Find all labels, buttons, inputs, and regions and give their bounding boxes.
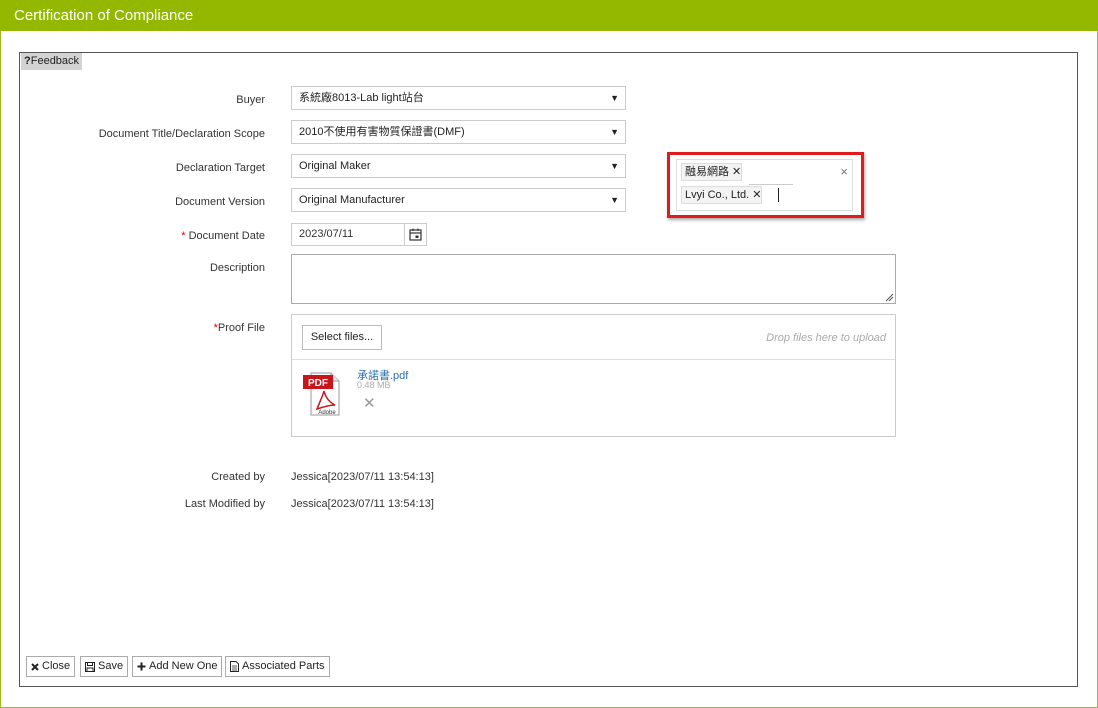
text-caret xyxy=(778,188,779,202)
required-mark: * xyxy=(181,230,186,242)
question-icon: ? xyxy=(24,55,31,67)
file-upload-area[interactable]: Select files... Drop files here to uploa… xyxy=(291,314,896,437)
buyer-label: Buyer xyxy=(236,94,265,106)
save-button[interactable]: Save xyxy=(80,656,129,677)
dropdown-arrow-icon: ▼ xyxy=(610,161,619,171)
supplier-multiselect[interactable]: 融易網路 ✕ Lvyi Co., Ltd. ✕ × xyxy=(676,159,853,211)
decl-target-select[interactable]: Original Maker ▼ xyxy=(291,154,626,178)
decl-target-label: Declaration Target xyxy=(175,162,265,174)
doc-date-label-text: Document Date xyxy=(188,230,265,242)
doc-version-label: Document Version xyxy=(175,196,265,208)
add-new-button-label: Add New One xyxy=(149,660,218,672)
feedback-label: Feedback xyxy=(30,55,80,67)
remove-tag-icon[interactable]: ✕ xyxy=(732,166,741,178)
decl-target-value: Original Maker xyxy=(299,160,371,172)
doc-version-select[interactable]: Original Manufacturer ▼ xyxy=(291,188,626,212)
save-button-label: Save xyxy=(98,660,124,672)
calendar-icon[interactable] xyxy=(404,224,426,245)
close-button[interactable]: Close xyxy=(26,656,76,677)
resize-grip-icon[interactable] xyxy=(884,292,894,302)
created-by-label: Created by xyxy=(211,471,265,483)
pdf-file-icon: PDF Adobe xyxy=(303,369,341,420)
close-icon xyxy=(31,662,39,671)
doc-title-select[interactable]: 2010不使用有害物質保證書(DMF) ▼ xyxy=(291,120,626,144)
doc-date-value: 2023/07/11 xyxy=(299,228,354,240)
file-size: 0.48 MB xyxy=(357,380,391,390)
close-button-label: Close xyxy=(42,660,71,672)
selected-tag: Lvyi Co., Ltd. ✕ xyxy=(681,186,763,204)
dropdown-arrow-icon: ▼ xyxy=(610,93,619,103)
doc-date-input[interactable]: 2023/07/11 xyxy=(291,223,427,246)
upload-toolbar: Select files... Drop files here to uploa… xyxy=(292,315,895,360)
description-label: Description xyxy=(209,262,265,274)
dropdown-arrow-icon: ▼ xyxy=(610,195,619,205)
modified-by-value: Jessica[2023/07/11 13:54:13] xyxy=(291,498,434,510)
add-new-button[interactable]: Add New One xyxy=(132,656,223,677)
selected-tag: 融易網路 ✕ xyxy=(681,163,743,181)
select-files-button[interactable]: Select files... xyxy=(302,325,382,350)
description-textarea[interactable] xyxy=(291,254,896,304)
modified-by-label: Last Modified by xyxy=(184,498,265,510)
remove-file-icon[interactable]: ✕ xyxy=(363,394,376,412)
proof-file-label: *Proof File xyxy=(0,322,265,334)
feedback-button[interactable]: ?Feedback xyxy=(21,53,82,70)
associated-parts-button[interactable]: Associated Parts xyxy=(225,656,330,677)
plus-icon xyxy=(137,662,146,671)
created-by-value: Jessica[2023/07/11 13:54:13] xyxy=(291,471,434,483)
pdf-icon-text: PDF xyxy=(308,378,328,389)
adobe-icon-text: Adobe xyxy=(318,410,336,416)
remove-tag-icon[interactable]: ✕ xyxy=(752,189,761,201)
tag-label: 融易網路 xyxy=(685,166,729,178)
highlighted-multiselect: 融易網路 ✕ Lvyi Co., Ltd. ✕ × xyxy=(667,152,864,218)
tag-label: Lvyi Co., Ltd. xyxy=(685,189,750,201)
doc-title-value: 2010不使用有害物質保證書(DMF) xyxy=(299,126,465,138)
document-icon xyxy=(230,661,239,672)
associated-parts-label: Associated Parts xyxy=(242,660,325,672)
doc-date-label: * Document Date xyxy=(0,230,265,242)
doc-version-value: Original Manufacturer xyxy=(299,194,405,206)
buyer-select[interactable]: 系統廠8013-Lab light站台 ▼ xyxy=(291,86,626,110)
floppy-disk-icon xyxy=(85,661,95,672)
buyer-value: 系統廠8013-Lab light站台 xyxy=(299,92,424,104)
drop-hint: Drop files here to upload xyxy=(766,332,886,344)
doc-title-label: Document Title/Declaration Scope xyxy=(98,128,265,140)
proof-file-label-text: Proof File xyxy=(217,322,265,334)
clear-all-icon[interactable]: × xyxy=(840,164,848,179)
input-underline xyxy=(749,184,793,185)
window-title: Certification of Compliance xyxy=(0,0,1098,31)
dropdown-arrow-icon: ▼ xyxy=(610,127,619,137)
